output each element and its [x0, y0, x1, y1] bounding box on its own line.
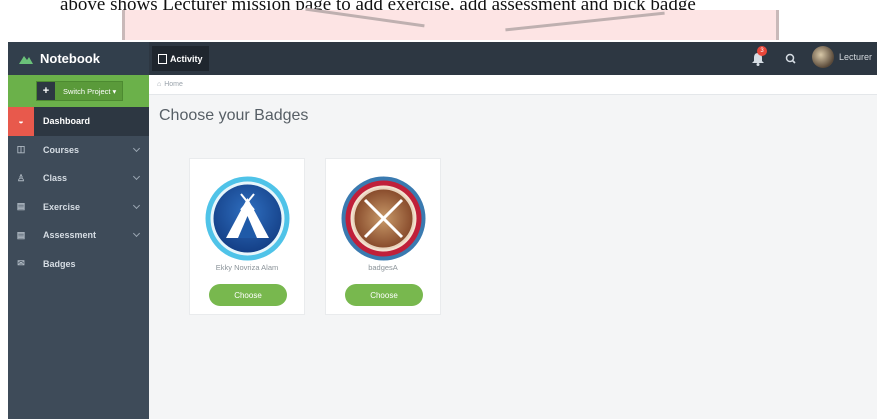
breadcrumb: ⌂ Home [149, 75, 877, 95]
choose-button[interactable]: Choose [345, 284, 423, 306]
sidebar-item-exercise[interactable]: ▤ Exercise [8, 193, 149, 222]
mountain-logo-icon [19, 55, 33, 64]
brand-name: Notebook [40, 51, 100, 66]
choose-button[interactable]: Choose [209, 284, 287, 306]
dashboard-icon: ◒ [8, 107, 34, 136]
user-menu[interactable]: Lecturer [812, 46, 872, 68]
figure-caption: above shows Lecturer mission page to add… [0, 0, 877, 40]
envelope-icon: ✉ [17, 258, 25, 269]
app-window: Notebook Activity 3 Lecturer + Switch Pr… [8, 42, 877, 419]
switch-project-bar: + Switch Project ▾ [8, 75, 149, 107]
file-icon: ▤ [16, 201, 26, 212]
badge-name: Ekky Novriza Alam [215, 263, 279, 272]
sidebar-item-label: Courses [43, 144, 80, 155]
sidebar-item-label: Exercise [43, 201, 81, 212]
badge-name: badgesA [368, 263, 398, 272]
brand-logo[interactable]: Notebook [8, 42, 149, 75]
user-name: Lecturer [839, 52, 873, 62]
plus-icon: + [37, 82, 55, 100]
badge-card: Ekky Novriza Alam Choose [189, 158, 305, 315]
activity-tab[interactable]: Activity [152, 46, 209, 71]
file-icon: ▤ [16, 229, 26, 240]
chevron-down-icon [132, 172, 141, 181]
top-navbar: Notebook Activity 3 Lecturer [8, 42, 877, 75]
badge-card: badgesA Choose [325, 158, 441, 315]
home-icon: ⌂ [157, 81, 162, 88]
chevron-down-icon [132, 229, 141, 238]
chevron-down-icon [132, 201, 141, 209]
avatar [812, 46, 834, 68]
page-title: Choose your Badges [159, 107, 309, 124]
sidebar: + Switch Project ▾ ◒ Dashboard ◫ Courses… [8, 75, 149, 419]
user-icon: ♙ [16, 172, 26, 183]
sidebar-item-class[interactable]: ♙ Class [8, 164, 149, 193]
sidebar-item-label: Assessment [43, 230, 97, 241]
search-icon[interactable] [784, 52, 798, 66]
switch-project-label: Switch Project [63, 86, 111, 96]
sidebar-item-courses[interactable]: ◫ Courses [8, 136, 149, 165]
main-content: ⌂ Home Choose your Badges Ekky Novriza A… [149, 75, 877, 419]
sidebar-item-badges[interactable]: ✉ Badges [8, 250, 149, 279]
chevron-down-icon [132, 144, 141, 152]
caret-down-icon: ▾ [112, 86, 117, 96]
breadcrumb-home-link[interactable]: Home [164, 81, 183, 88]
banner-image [122, 7, 779, 40]
sidebar-item-dashboard[interactable]: ◒ Dashboard [8, 107, 149, 136]
notification-badge: 3 [757, 46, 767, 56]
sidebar-item-assessment[interactable]: ▤ Assessment [8, 221, 149, 250]
list-icon [158, 53, 167, 64]
switch-project-button[interactable]: + Switch Project ▾ [36, 81, 124, 101]
sidebar-item-label: Class [43, 173, 68, 184]
sidebar-item-label: Badges [43, 258, 76, 269]
tent-badge-icon [205, 176, 290, 261]
sidebar-item-label: Dashboard [43, 116, 91, 127]
crossed-swords-badge-icon [341, 176, 426, 261]
columns-icon: ◫ [16, 144, 26, 155]
activity-tab-label: Activity [170, 53, 203, 64]
